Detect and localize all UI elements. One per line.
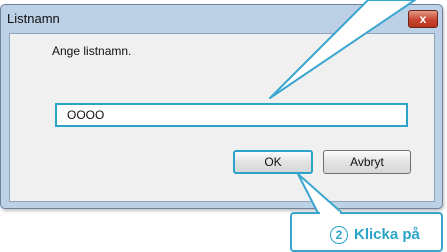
callout-box: 2 Klicka på (290, 212, 443, 252)
step-number-badge: 2 (330, 226, 348, 244)
input-pointer (269, 0, 416, 99)
ok-pointer (297, 173, 343, 214)
callout-label: Klicka på (354, 226, 420, 243)
